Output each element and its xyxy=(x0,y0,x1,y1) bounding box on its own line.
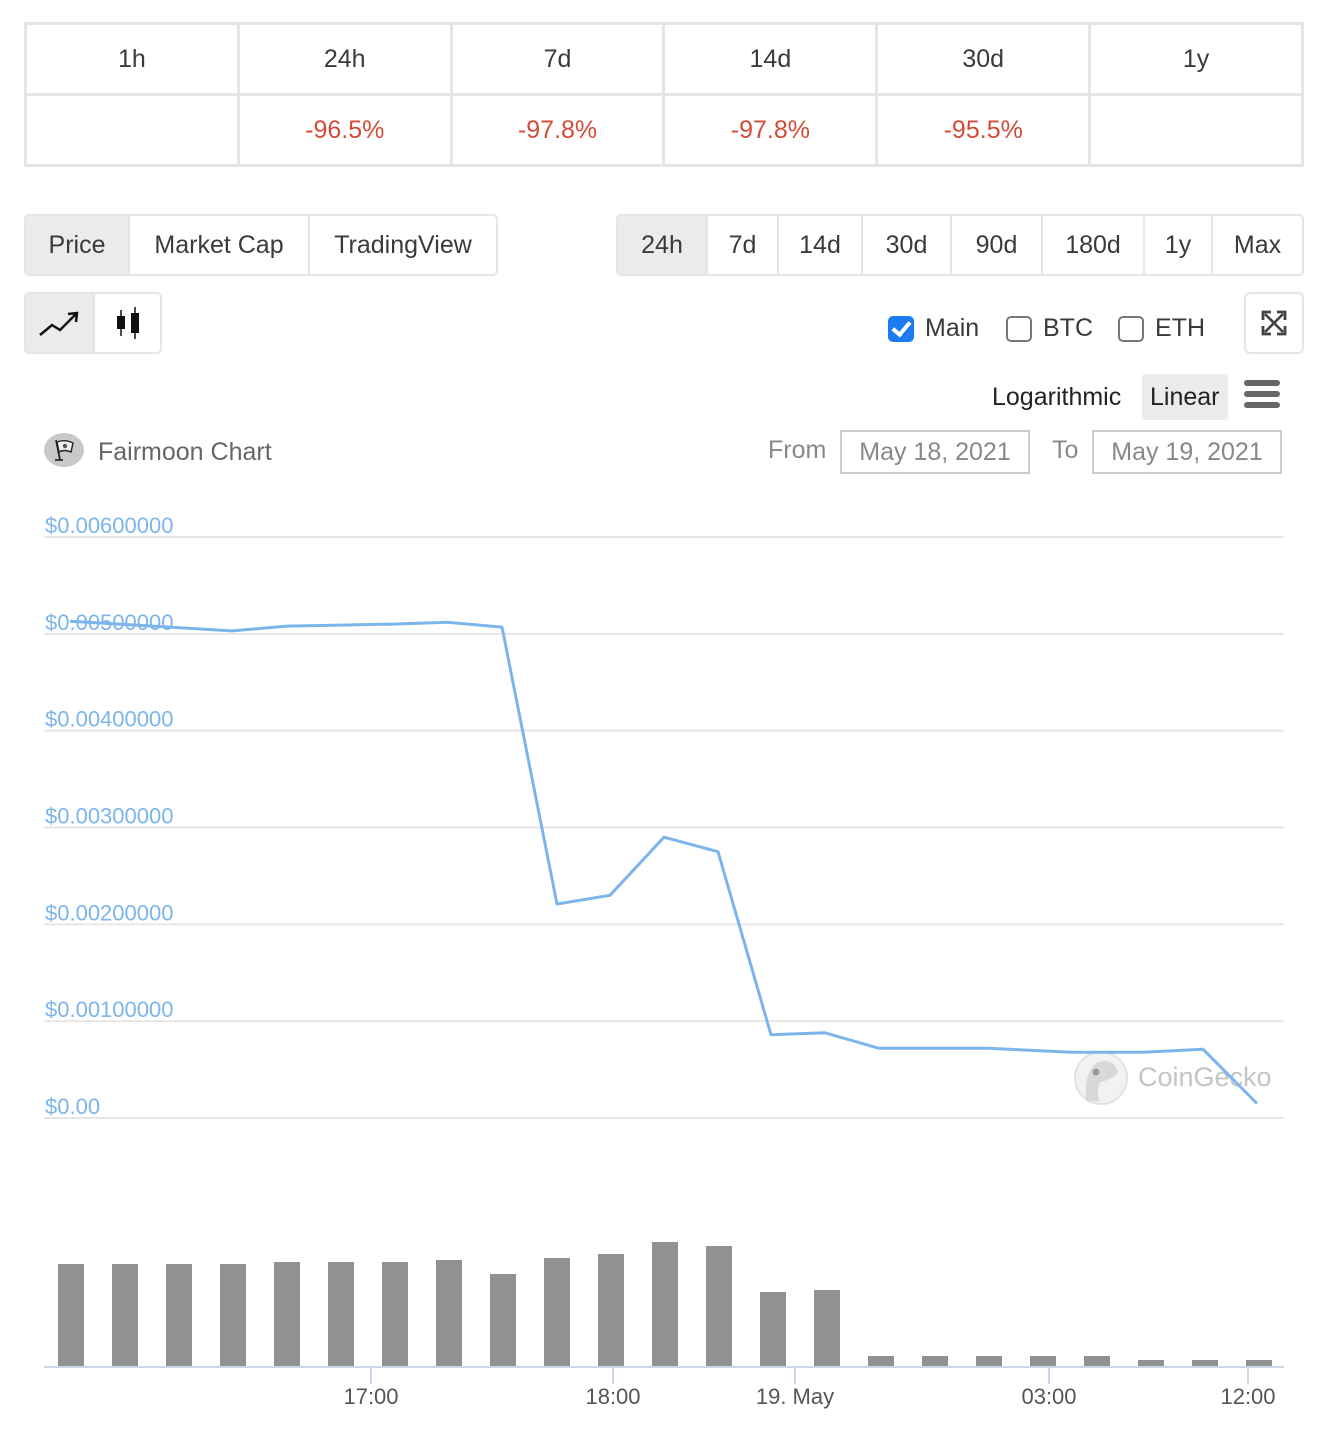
from-label: From xyxy=(768,436,827,464)
x-tick-label: 18:00 xyxy=(585,1384,640,1409)
tab-tradingview[interactable]: TradingView xyxy=(308,216,496,274)
logarithmic-scale-button[interactable]: Logarithmic xyxy=(984,374,1129,420)
volume-bar xyxy=(652,1242,678,1366)
btc-checkbox[interactable] xyxy=(1006,315,1032,342)
grid-lines xyxy=(44,536,1284,1119)
change-table-header-row: 1h 24h 7d 14d 30d 1y xyxy=(24,22,1304,96)
range-24h[interactable]: 24h xyxy=(618,216,706,274)
eth-checkbox[interactable] xyxy=(1118,315,1144,342)
y-axis-labels: $0.00 $0.00100000 $0.00200000 $0.00300000 $0… xyxy=(45,513,173,1119)
volume-bar xyxy=(328,1262,354,1366)
compare-eth[interactable]: ETH xyxy=(1118,314,1205,343)
x-tick-label: 03:00 xyxy=(1021,1384,1076,1409)
range-14d[interactable]: 14d xyxy=(777,216,861,274)
volume-bar xyxy=(58,1264,84,1366)
change-header-30d: 30d xyxy=(875,22,1092,96)
linear-scale-button[interactable]: Linear xyxy=(1142,374,1228,420)
volume-bar xyxy=(544,1258,570,1366)
x-tick-label: 19. May xyxy=(756,1384,834,1409)
change-value-14d: -97.8% xyxy=(662,93,879,167)
change-value-1y xyxy=(1088,93,1304,167)
chart-title-text: Fairmoon Chart xyxy=(98,438,272,466)
change-header-14d: 14d xyxy=(662,22,879,96)
change-header-1h: 1h xyxy=(24,22,240,96)
range-180d[interactable]: 180d xyxy=(1041,216,1143,274)
price-line-layer xyxy=(69,619,1259,1105)
tab-price[interactable]: Price xyxy=(26,216,128,274)
candlestick-icon xyxy=(116,307,139,339)
change-header-7d: 7d xyxy=(449,22,666,96)
volume-bar xyxy=(868,1356,894,1366)
chart-style-toggle xyxy=(24,292,162,354)
coingecko-watermark: CoinGecko xyxy=(1074,1051,1272,1105)
volume-bar xyxy=(706,1246,732,1366)
compare-main[interactable]: Main xyxy=(888,314,979,343)
range-max[interactable]: Max xyxy=(1211,216,1302,274)
volume-bar xyxy=(1246,1360,1272,1366)
watermark-text: CoinGecko xyxy=(1138,1062,1272,1092)
price-change-table: 1h 24h 7d 14d 30d 1y -96.5% -97.8% -97.8… xyxy=(24,22,1304,167)
fullscreen-button[interactable] xyxy=(1244,292,1304,354)
range-90d[interactable]: 90d xyxy=(950,216,1041,274)
y-tick-label: $0.00300000 xyxy=(45,804,173,829)
volume-bar xyxy=(598,1254,624,1366)
time-range-tabs: 24h 7d 14d 30d 90d 180d 1y Max xyxy=(616,214,1304,276)
volume-bar xyxy=(922,1356,948,1366)
y-tick-label: $0.00100000 xyxy=(45,997,173,1022)
btc-label: BTC xyxy=(1043,314,1093,342)
range-7d[interactable]: 7d xyxy=(706,216,777,274)
range-30d[interactable]: 30d xyxy=(861,216,950,274)
volume-bar xyxy=(490,1274,516,1366)
volume-bars xyxy=(58,1242,1272,1366)
to-date-input[interactable] xyxy=(1092,430,1282,474)
compare-btc[interactable]: BTC xyxy=(1006,314,1093,343)
x-tick-label: 17:00 xyxy=(343,1384,398,1409)
main-label: Main xyxy=(925,314,980,342)
change-value-7d: -97.8% xyxy=(449,93,666,167)
volume-bar xyxy=(166,1264,192,1366)
range-1y[interactable]: 1y xyxy=(1143,216,1211,274)
volume-bar xyxy=(382,1262,408,1366)
coin-logo xyxy=(44,432,84,467)
volume-bar xyxy=(976,1356,1002,1366)
main-checkbox[interactable] xyxy=(888,315,914,342)
from-date-input[interactable] xyxy=(840,430,1030,474)
volume-bar xyxy=(814,1290,840,1366)
line-chart-button[interactable] xyxy=(26,294,93,352)
change-table-value-row: -96.5% -97.8% -97.8% -95.5% xyxy=(24,93,1304,167)
to-label: To xyxy=(1052,436,1079,464)
expand-icon xyxy=(1261,310,1287,336)
price-line xyxy=(69,619,1259,1105)
chart-type-tabs: Price Market Cap TradingView xyxy=(24,214,498,276)
volume-bar xyxy=(274,1262,300,1366)
change-header-1y: 1y xyxy=(1088,22,1304,96)
volume-bar xyxy=(220,1264,246,1366)
x-axis: 17:00 18:00 19. May 03:00 12:00 xyxy=(44,1366,1284,1409)
change-header-24h: 24h xyxy=(236,22,453,96)
y-tick-label: $0.00 xyxy=(45,1094,100,1119)
candlestick-button[interactable] xyxy=(93,294,160,352)
x-tick-label: 12:00 xyxy=(1220,1384,1275,1409)
volume-bar xyxy=(760,1292,786,1366)
volume-bar xyxy=(1192,1360,1218,1366)
change-value-24h: -96.5% xyxy=(236,93,453,167)
eth-label: ETH xyxy=(1155,314,1205,342)
line-chart-icon xyxy=(38,311,78,336)
volume-bar xyxy=(1138,1360,1164,1366)
tab-market-cap[interactable]: Market Cap xyxy=(128,216,308,274)
price-chart: CoinGecko $0.00$0.00100000$0.00200000$0.… xyxy=(44,513,1284,1409)
change-value-1h xyxy=(24,93,240,167)
volume-bar xyxy=(112,1264,138,1366)
flag-icon xyxy=(55,439,74,461)
chart-title: Fairmoon Chart xyxy=(44,432,272,467)
volume-bar xyxy=(1030,1356,1056,1366)
hamburger-menu-icon[interactable] xyxy=(1244,380,1280,408)
y-tick-label: $0.00200000 xyxy=(45,900,173,925)
y-tick-label: $0.00400000 xyxy=(45,707,173,732)
volume-bar xyxy=(436,1260,462,1366)
y-tick-label: $0.00600000 xyxy=(45,513,173,538)
volume-bar xyxy=(1084,1356,1110,1366)
change-value-30d: -95.5% xyxy=(875,93,1092,167)
